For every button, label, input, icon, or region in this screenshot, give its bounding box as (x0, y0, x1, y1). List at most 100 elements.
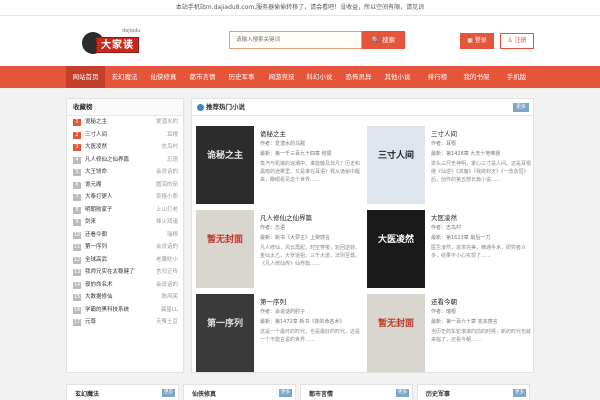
category-more-button[interactable]: 更多 (162, 389, 175, 397)
site-logo[interactable]: 大家读 dajiadu (82, 24, 170, 62)
rank-badge: 3 (73, 144, 81, 151)
ranking-book-title[interactable]: 元尊 (85, 316, 96, 329)
book-latest[interactable]: 最新：第1623章 最后一刀 (431, 234, 490, 241)
recommended-header: 推荐热门小说 更多 (192, 99, 533, 116)
ranking-item[interactable]: 14 夜的命名术 会说话的 (67, 279, 183, 292)
ranking-item[interactable]: 7 大奉打更人 卖报小郎 (67, 191, 183, 204)
ranking-book-author: 志鸟村 (161, 144, 178, 150)
ranking-book-author: 瑞根 (166, 231, 178, 238)
cover-title: 诡秘之主 (206, 151, 243, 161)
book-cover[interactable]: 诡秘之主 (196, 126, 254, 204)
nav-item[interactable]: 恐怖灵异 (339, 66, 378, 88)
ranking-book-title[interactable]: 三寸人间 (85, 129, 107, 142)
ranking-item[interactable]: 16 学霸的黑科技系统 晨星LL (67, 304, 183, 317)
ranking-item[interactable]: 6 诡元阁 圆润的茄 (67, 179, 183, 192)
ranking-book-title[interactable]: 我师兄实在太稳健了 (85, 266, 135, 279)
ranking-book-title[interactable]: 大王饶命 (85, 166, 107, 179)
book-card[interactable]: 三寸人间 三寸人间 作者：耳根 最新：第1428章 九天十地唯我 举头三尺无神明，掌心三… (367, 126, 537, 208)
book-latest[interactable]: 最新：新书《大夢主》上架感言 (260, 234, 330, 241)
ranking-book-author: 卖报小郎 (155, 194, 178, 200)
category-more-button[interactable]: 更多 (513, 389, 526, 397)
book-title[interactable]: 还看今朝 (431, 296, 457, 306)
book-card[interactable]: 大医凌然 大医凌然 作者：志鸟村 最新：第1623章 最后一刀 医生凌然，追求完美，精通… (367, 210, 537, 292)
register-button[interactable]: ♙ 注册 (500, 33, 534, 49)
ranking-item[interactable]: 8 明朝败家子 上山打老 (67, 204, 183, 217)
nav-item[interactable]: 仙侠修真 (144, 66, 183, 88)
book-latest[interactable]: 最新：第1428章 九天十地唯我 (431, 150, 500, 157)
book-card[interactable]: 诡秘之主 诡秘之主 作者：爱潜水的乌贼 最新：第一千三百九十四章 结局 蒸汽与机械的浪潮… (196, 126, 366, 208)
ranking-book-author: 老鹰吃小 (155, 256, 178, 263)
book-latest[interactable]: 最新：第1472章 新书《夜的命名术》 (260, 318, 344, 325)
ranking-book-title[interactable]: 诡元阁 (85, 179, 102, 192)
book-title[interactable]: 大医凌然 (431, 212, 457, 222)
ranking-book-title[interactable]: 夜的命名术 (85, 279, 113, 292)
ranking-item[interactable]: 12 全球高武 老鹰吃小 (67, 254, 183, 267)
ranking-item[interactable]: 1 诡秘之主 爱潜水的 (67, 116, 183, 129)
cover-title: 暂无封面 (206, 235, 243, 245)
ranking-book-title[interactable]: 大医凌然 (85, 141, 107, 154)
ranking-book-title[interactable]: 诡秘之主 (85, 116, 107, 129)
book-cover[interactable]: 暂无封面 (367, 294, 425, 372)
nav-item[interactable]: 玄幻魔法 (105, 66, 144, 88)
ranking-book-title[interactable]: 剑来 (85, 216, 96, 229)
ranking-item[interactable]: 2 三寸人间 耳根 (67, 129, 183, 142)
ranking-book-title[interactable]: 第一序列 (85, 241, 107, 254)
book-card[interactable]: 暂无封面 还看今朝 作者：瑞根 最新：第一百六十章 完本感言 当历史的车轮滚滚向前的时候… (367, 294, 537, 376)
nav-item[interactable]: 排行榜 (418, 66, 457, 88)
book-latest[interactable]: 最新：第一百六十章 完本感言 (431, 318, 498, 325)
ranking-item[interactable]: 3 大医凌然 志鸟村 (67, 141, 183, 154)
ranking-item[interactable]: 11 第一序列 会说话的 (67, 241, 183, 254)
ranking-item[interactable]: 9 剑来 烽火戏诸 (67, 216, 183, 229)
nav-item[interactable]: 历史军事 (222, 66, 261, 88)
book-cover[interactable]: 暂无封面 (196, 210, 254, 288)
category-title[interactable]: 历史军事 (426, 389, 450, 398)
login-button[interactable]: ▣ 登录 (460, 33, 494, 49)
category-title[interactable]: 玄幻魔法 (75, 389, 99, 398)
book-title[interactable]: 诡秘之主 (260, 128, 286, 138)
rank-badge: 15 (73, 294, 81, 301)
book-cover[interactable]: 第一序列 (196, 294, 254, 372)
nav-item[interactable]: 都市言情 (183, 66, 222, 88)
ranking-item[interactable]: 13 我师兄实在太稳健了 言归正传 (67, 266, 183, 279)
ranking-item[interactable]: 15 大数据修仙 陈风笑 (67, 291, 183, 304)
ranking-book-title[interactable]: 凡人修仙之仙界篇 (85, 154, 129, 167)
rank-badge: 6 (73, 181, 81, 189)
ranking-book-title[interactable]: 大奉打更人 (85, 191, 113, 204)
book-card[interactable]: 暂无封面 凡人修仙之仙界篇 作者：忘语 最新：新书《大夢主》上架感言 凡人修仙，风云再起… (196, 210, 366, 292)
ranking-book-title[interactable]: 全球高武 (85, 254, 107, 267)
book-card[interactable]: 第一序列 第一序列 作者：会说话的肘子 最新：第1472章 新书《夜的命名术》 这是一个… (196, 294, 366, 376)
nav-item[interactable]: 手机版 (497, 66, 536, 88)
ranking-book-title[interactable]: 大数据修仙 (85, 291, 113, 304)
ranking-item[interactable]: 10 还看今朝 瑞根 (67, 229, 183, 242)
ranking-book-title[interactable]: 还看今朝 (85, 229, 107, 242)
rank-badge: 9 (73, 219, 81, 226)
book-title[interactable]: 三寸人间 (431, 128, 457, 138)
search-input[interactable] (229, 31, 362, 49)
ranking-item[interactable]: 4 凡人修仙之仙界篇 忘语 (67, 154, 183, 167)
category-title[interactable]: 都市言情 (309, 389, 333, 398)
nav-item[interactable]: 网站首页 (66, 66, 105, 88)
ranking-book-author: 圆润的茄 (155, 181, 178, 188)
rank-badge: 13 (73, 269, 81, 276)
rank-badge: 1 (73, 119, 81, 126)
cover-title: 三寸人间 (377, 151, 414, 161)
search-button[interactable]: 🔍 搜索 (362, 31, 405, 49)
nav-item[interactable]: 我的书架 (457, 66, 496, 88)
ranking-book-title[interactable]: 学霸的黑科技系统 (85, 304, 129, 317)
search-bar: 🔍 搜索 (229, 31, 405, 49)
book-title[interactable]: 第一序列 (260, 296, 286, 306)
category-more-button[interactable]: 更多 (279, 389, 292, 397)
more-button[interactable]: 更多 (512, 103, 529, 112)
book-latest[interactable]: 最新：第一千三百九十四章 结局 (260, 150, 332, 157)
category-title[interactable]: 仙侠修真 (192, 389, 216, 398)
ranking-item[interactable]: 5 大王饶命 会说话的 (67, 166, 183, 179)
book-cover[interactable]: 三寸人间 (367, 126, 425, 204)
nav-item[interactable]: 科幻小说 (300, 66, 339, 88)
book-cover[interactable]: 大医凌然 (367, 210, 425, 288)
book-title[interactable]: 凡人修仙之仙界篇 (260, 212, 312, 222)
category-more-button[interactable]: 更多 (396, 389, 409, 397)
ranking-item[interactable]: 17 元尊 天蚕土豆 (67, 316, 183, 329)
nav-item[interactable]: 网游竞技 (262, 66, 301, 88)
ranking-book-title[interactable]: 明朝败家子 (85, 204, 113, 217)
nav-item[interactable]: 其他小说 (378, 66, 417, 88)
